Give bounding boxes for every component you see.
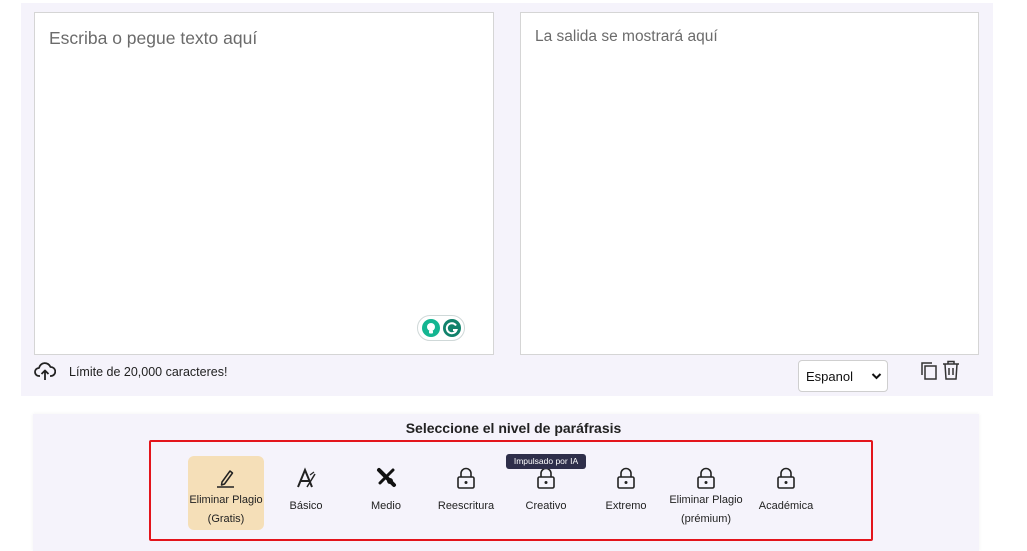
language-value: Espanol [806, 369, 853, 384]
level-sublabel: (Gratis) [207, 513, 245, 525]
level-label: Extremo [605, 500, 647, 512]
level-label: Académica [758, 500, 814, 512]
input-textarea[interactable]: Escriba o pegue texto aquí [34, 12, 494, 355]
lock-icon [588, 466, 664, 490]
lock-icon [508, 466, 584, 490]
lock-icon [748, 466, 824, 490]
level-label: Reescritura [437, 500, 495, 512]
level-label: Medio [371, 500, 401, 512]
level-eliminar-plagio-premium[interactable]: Eliminar Plagio (prémium) [668, 456, 744, 530]
ai-powered-badge: Impulsado por IA [506, 454, 586, 469]
level-label: Básico [289, 500, 323, 512]
level-label: Eliminar Plagio [669, 494, 743, 506]
copy-icon[interactable] [920, 361, 938, 386]
character-limit-text: Límite de 20,000 caracteres! [69, 365, 228, 379]
level-label: Eliminar Plagio [189, 494, 263, 506]
grammarly-widget[interactable] [417, 315, 465, 341]
lock-icon [668, 466, 744, 490]
output-textarea[interactable]: La salida se mostrará aquí [520, 12, 979, 355]
level-academica[interactable]: Académica [748, 456, 824, 530]
level-extremo[interactable]: Extremo [588, 456, 664, 530]
grammarly-suggestion-icon[interactable] [422, 319, 440, 337]
input-placeholder: Escriba o pegue texto aquí [49, 28, 258, 48]
pen-icon [188, 466, 264, 490]
trash-icon[interactable] [942, 360, 960, 385]
lock-icon [428, 466, 504, 490]
upload-cloud-icon[interactable] [34, 361, 57, 386]
level-reescritura[interactable]: Reescritura [428, 456, 504, 530]
medium-icon [348, 466, 424, 490]
basic-icon [268, 466, 344, 490]
level-basico[interactable]: Básico [268, 456, 344, 530]
level-section-title: Seleccione el nivel de paráfrasis [405, 420, 622, 436]
level-eliminar-plagio-free[interactable]: Eliminar Plagio (Gratis) [188, 456, 264, 530]
chevron-down-icon [871, 370, 882, 385]
language-select[interactable]: Espanol [798, 360, 888, 392]
grammarly-logo-icon[interactable] [443, 319, 461, 337]
level-sublabel: (prémium) [680, 513, 732, 525]
level-label: Creativo [525, 500, 567, 512]
level-medio[interactable]: Medio [348, 456, 424, 530]
output-placeholder: La salida se mostrará aquí [535, 28, 718, 45]
